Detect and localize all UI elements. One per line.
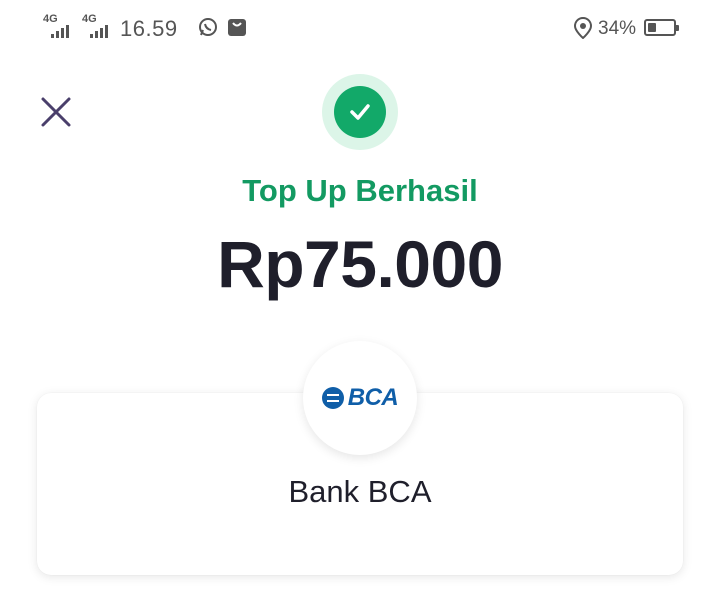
close-icon [41, 97, 71, 127]
bank-name: Bank BCA [288, 474, 432, 509]
close-button[interactable] [36, 92, 76, 132]
whatsapp-icon [198, 17, 218, 42]
topup-amount: Rp75.000 [217, 227, 503, 301]
status-title: Top Up Berhasil [242, 173, 478, 208]
bank-logo: BCA [303, 341, 417, 455]
status-bar: 4G 4G 16.59 34% [0, 0, 720, 56]
shopping-bag-icon [227, 17, 247, 42]
location-icon [573, 16, 593, 44]
clock: 16.59 [120, 16, 178, 41]
battery-icon [644, 19, 679, 36]
signal-icon: 4G [43, 14, 77, 40]
bca-seal-icon [321, 387, 344, 409]
battery-percentage: 34% [598, 18, 637, 39]
bank-logo-text: BCA [347, 384, 399, 411]
check-circle-icon [334, 86, 386, 138]
success-badge [322, 74, 398, 150]
signal-icon: 4G [82, 14, 116, 40]
